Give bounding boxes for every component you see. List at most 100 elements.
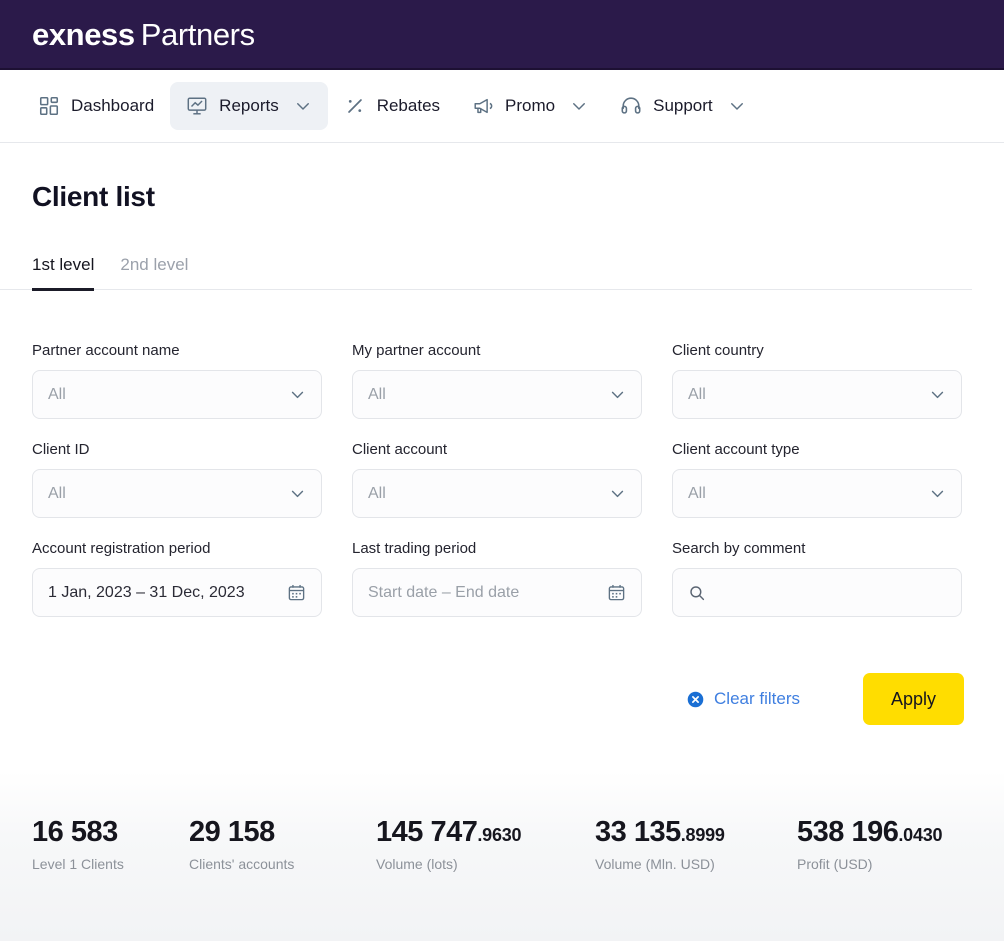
main-content: Client list 1st level 2nd level Partner … (0, 143, 1004, 725)
filter-client-account: Client account All (352, 441, 642, 518)
select-client-id[interactable]: All (32, 469, 322, 518)
select-value-partner-account-name: All (48, 386, 289, 404)
select-client-account[interactable]: All (352, 469, 642, 518)
nav-label-dashboard: Dashboard (71, 96, 154, 116)
select-my-partner-account[interactable]: All (352, 370, 642, 419)
datepicker-last-trading-period[interactable]: Start date – End date (352, 568, 642, 617)
search-by-comment-field[interactable] (672, 568, 962, 617)
stat-value-integer: 33 135 (595, 816, 681, 848)
select-client-account-type[interactable]: All (672, 469, 962, 518)
chevron-down-icon-promo[interactable] (570, 97, 588, 115)
select-value-client-account: All (368, 485, 609, 503)
apply-button[interactable]: Apply (863, 673, 964, 725)
stat-value: 538 196.0430 (797, 816, 942, 849)
stat-value-integer: 16 583 (32, 816, 118, 848)
percent-icon (344, 95, 366, 117)
search-icon (688, 584, 706, 602)
stat-level-1-clients: 16 583 Level 1 Clients (32, 816, 189, 941)
stat-value: 33 135.8999 (595, 816, 797, 849)
filter-label-client-account: Client account (352, 441, 642, 458)
filter-label-client-account-type: Client account type (672, 441, 962, 458)
chevron-down-icon (609, 386, 626, 403)
stat-profit-usd: 538 196.0430 Profit (USD) (797, 816, 942, 941)
nav-label-rebates: Rebates (377, 96, 440, 116)
stat-value-decimal: .0430 (898, 825, 942, 845)
stat-value-decimal: .9630 (477, 825, 521, 845)
stat-value: 29 158 (189, 816, 376, 849)
datepicker-value-last-trading-period: Start date – End date (368, 584, 607, 602)
dashboard-grid-icon (38, 95, 60, 117)
stat-volume-mln-usd: 33 135.8999 Volume (Mln. USD) (595, 816, 797, 941)
presentation-chart-icon (186, 95, 208, 117)
filter-my-partner-account: My partner account All (352, 342, 642, 419)
chevron-down-icon (609, 485, 626, 502)
clear-circle-x-icon (687, 691, 704, 708)
filter-account-registration-period: Account registration period 1 Jan, 2023 … (32, 540, 322, 617)
stat-value-integer: 145 747 (376, 816, 477, 848)
chevron-down-icon (289, 485, 306, 502)
nav-item-support[interactable]: Support (604, 82, 762, 130)
filter-label-account-registration-period: Account registration period (32, 540, 322, 557)
stat-value: 16 583 (32, 816, 189, 849)
chevron-down-icon-support[interactable] (728, 97, 746, 115)
select-value-client-id: All (48, 485, 289, 503)
stat-label: Volume (lots) (376, 856, 595, 872)
select-value-client-country: All (688, 386, 929, 404)
main-navigation: Dashboard Reports Rebates (0, 70, 1004, 143)
headset-icon (620, 95, 642, 117)
page-title: Client list (32, 143, 972, 213)
stat-label: Profit (USD) (797, 856, 942, 872)
nav-item-reports[interactable]: Reports (170, 82, 328, 130)
clear-filters-button[interactable]: Clear filters (687, 689, 800, 709)
filter-label-last-trading-period: Last trading period (352, 540, 642, 557)
level-tabs: 1st level 2nd level (0, 255, 972, 290)
megaphone-icon (472, 95, 494, 117)
filter-grid: Partner account name All My partner acco… (32, 342, 972, 639)
filter-label-client-country: Client country (672, 342, 962, 359)
filter-client-account-type: Client account type All (672, 441, 962, 518)
exness-partners-logo[interactable]: exnessPartners (32, 19, 255, 50)
select-client-country[interactable]: All (672, 370, 962, 419)
chevron-down-icon (929, 386, 946, 403)
nav-label-reports: Reports (219, 96, 279, 116)
nav-item-rebates[interactable]: Rebates (328, 82, 456, 130)
filter-actions: Clear filters Apply (32, 673, 972, 725)
brand-header: exnessPartners (0, 0, 1004, 70)
select-partner-account-name[interactable]: All (32, 370, 322, 419)
filter-last-trading-period: Last trading period Start date – End dat… (352, 540, 642, 617)
chevron-down-icon-reports[interactable] (294, 97, 312, 115)
filter-search-by-comment: Search by comment (672, 540, 962, 617)
summary-stats-bar: 16 583 Level 1 Clients 29 158 Clients' a… (0, 771, 1004, 941)
chevron-down-icon (289, 386, 306, 403)
stat-value: 145 747.9630 (376, 816, 595, 849)
filter-label-partner-account-name: Partner account name (32, 342, 322, 359)
filter-client-country: Client country All (672, 342, 962, 419)
stat-value-decimal: .8999 (681, 825, 725, 845)
stat-label: Level 1 Clients (32, 856, 189, 872)
stat-label: Volume (Mln. USD) (595, 856, 797, 872)
datepicker-value-account-registration-period: 1 Jan, 2023 – 31 Dec, 2023 (48, 584, 287, 602)
nav-label-promo: Promo (505, 96, 555, 116)
filter-label-search-by-comment: Search by comment (672, 540, 962, 557)
calendar-icon[interactable] (287, 583, 306, 602)
stat-volume-lots: 145 747.9630 Volume (lots) (376, 816, 595, 941)
logo-partners: Partners (141, 17, 255, 52)
select-value-my-partner-account: All (368, 386, 609, 404)
tab-2nd-level[interactable]: 2nd level (120, 255, 188, 291)
nav-item-promo[interactable]: Promo (456, 82, 604, 130)
select-value-client-account-type: All (688, 485, 929, 503)
tab-1st-level[interactable]: 1st level (32, 255, 94, 291)
filter-partner-account-name: Partner account name All (32, 342, 322, 419)
filter-client-id: Client ID All (32, 441, 322, 518)
clear-filters-label: Clear filters (714, 689, 800, 709)
stat-clients-accounts: 29 158 Clients' accounts (189, 816, 376, 941)
filter-label-client-id: Client ID (32, 441, 322, 458)
filter-label-my-partner-account: My partner account (352, 342, 642, 359)
chevron-down-icon (929, 485, 946, 502)
logo-exness: exness (32, 17, 135, 52)
calendar-icon[interactable] (607, 583, 626, 602)
stat-label: Clients' accounts (189, 856, 376, 872)
datepicker-account-registration-period[interactable]: 1 Jan, 2023 – 31 Dec, 2023 (32, 568, 322, 617)
nav-item-dashboard[interactable]: Dashboard (22, 82, 170, 130)
stat-value-integer: 29 158 (189, 816, 275, 848)
